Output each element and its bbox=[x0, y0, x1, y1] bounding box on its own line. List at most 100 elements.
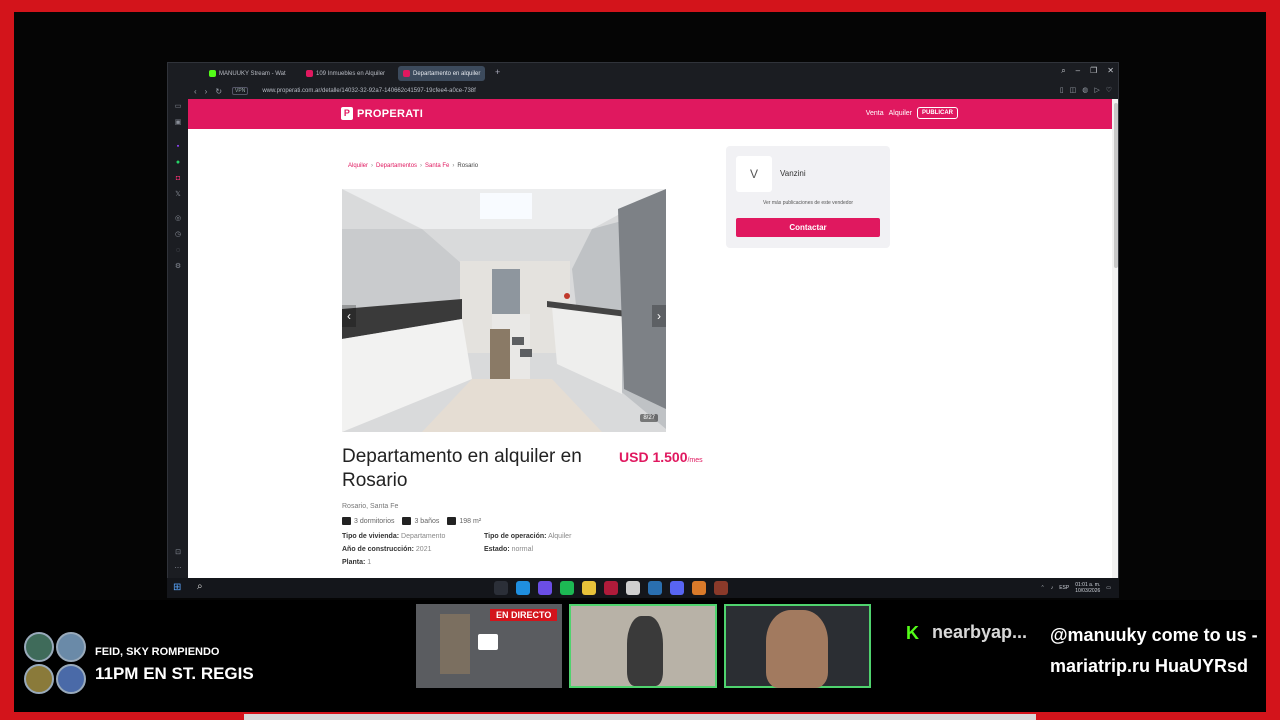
speaker-icon[interactable]: ♪ bbox=[1051, 585, 1054, 591]
app-icon[interactable] bbox=[494, 581, 508, 595]
player-icon[interactable]: ◎ bbox=[174, 215, 182, 223]
event-line-2: 11PM EN ST. REGIS bbox=[95, 664, 254, 683]
event-avatar bbox=[24, 664, 54, 694]
nav-venta-link[interactable]: Venta bbox=[866, 110, 884, 117]
seller-more-link[interactable]: Ver más publicaciones de este vendedor bbox=[726, 200, 890, 206]
minimize-icon[interactable]: – bbox=[1076, 66, 1080, 76]
whatsapp-icon[interactable]: ● bbox=[174, 159, 182, 167]
shield-icon[interactable]: ◍ bbox=[1082, 86, 1088, 94]
monitor-icon bbox=[478, 634, 498, 650]
scrollbar-thumb[interactable] bbox=[1114, 103, 1118, 268]
properati-favicon-icon bbox=[403, 70, 410, 77]
price-suffix: /mes bbox=[687, 457, 703, 464]
gallery-counter: 8/27 bbox=[640, 414, 658, 422]
tray-arrow-icon[interactable]: ⌃ bbox=[1041, 585, 1045, 591]
folder-icon[interactable] bbox=[582, 581, 596, 595]
app-icon[interactable] bbox=[692, 581, 706, 595]
close-icon[interactable]: ✕ bbox=[1107, 66, 1114, 76]
detail-anio: Año de construcción: 2021 bbox=[342, 546, 431, 553]
windows-start-icon[interactable]: ⊞ bbox=[173, 582, 181, 593]
feature-label: 3 dormitorios bbox=[354, 517, 395, 525]
camera-feed-mirror bbox=[569, 604, 717, 688]
reload-icon[interactable]: ↻ bbox=[215, 87, 222, 96]
tab-inmuebles[interactable]: 109 Inmuebles en Alquiler bbox=[301, 66, 390, 81]
seller-avatar: V bbox=[736, 156, 772, 192]
breadcrumb-separator: › bbox=[371, 163, 374, 169]
back-icon[interactable]: ‹ bbox=[194, 87, 197, 96]
new-tab-button[interactable]: + bbox=[495, 67, 500, 77]
person-silhouette bbox=[627, 616, 663, 686]
opera-icon[interactable] bbox=[604, 581, 618, 595]
tab-label: Departamento en alquiler bbox=[413, 70, 481, 77]
play-icon[interactable]: ▷ bbox=[1094, 86, 1099, 94]
snapshot-icon[interactable]: ◫ bbox=[1070, 86, 1077, 94]
event-banner: FEID, SKY ROMPIENDO 11PM EN ST. REGIS bbox=[22, 632, 282, 694]
detail-label: Planta: bbox=[342, 559, 366, 566]
address-bar: ‹ › ↻ VPN www.properati.com.ar/detalle/1… bbox=[168, 83, 1118, 99]
feature-bedrooms: 3 dormitorios bbox=[342, 517, 394, 525]
nav-alquiler-link[interactable]: Alquiler bbox=[889, 110, 912, 117]
detail-label: Año de construcción: bbox=[342, 546, 414, 553]
app-icon[interactable] bbox=[626, 581, 640, 595]
feature-label: 3 baños bbox=[414, 517, 440, 525]
browser-sidebar: ▭ ▣ ▪ ● ◘ 𝕏 ◎ ◷ ◌ ⚙ ⊡ ⋯ bbox=[168, 99, 188, 579]
tab-kick-stream[interactable]: MANUUKY Stream - Wat bbox=[204, 66, 291, 81]
app-icon[interactable] bbox=[714, 581, 728, 595]
windows-taskbar: ⊞ ⌕ ⌃ ♪ ESP 01:01 a. m. 10/03/2026 ▭ bbox=[167, 578, 1119, 598]
contact-button[interactable]: Contactar bbox=[736, 218, 880, 237]
taskbar-search-icon[interactable]: ⌕ bbox=[197, 581, 203, 592]
forward-icon[interactable]: › bbox=[205, 87, 208, 96]
gallery-next-button[interactable]: › bbox=[652, 305, 666, 327]
language-indicator[interactable]: ESP bbox=[1059, 585, 1069, 591]
url-input[interactable]: www.properati.com.ar/detalle/14032-32-92… bbox=[262, 88, 475, 94]
tab-bar: MANUUKY Stream - Wat 109 Inmuebles en Al… bbox=[168, 63, 1118, 83]
search-icon[interactable]: ⌕ bbox=[1061, 66, 1065, 76]
twitch-icon[interactable]: ▪ bbox=[174, 143, 182, 151]
listing-photo[interactable]: ‹ › 8/27 bbox=[342, 189, 666, 432]
bookmark-icon[interactable]: ▯ bbox=[1060, 86, 1064, 94]
breadcrumb-santa-fe[interactable]: Santa Fe bbox=[425, 163, 449, 169]
spotify-icon[interactable] bbox=[560, 581, 574, 595]
instagram-icon[interactable]: ◘ bbox=[174, 175, 182, 183]
extensions-icon[interactable]: ⊡ bbox=[174, 549, 182, 557]
gallery-prev-button[interactable]: ‹ bbox=[342, 305, 356, 327]
detail-label: Estado: bbox=[484, 546, 510, 553]
clock[interactable]: 01:01 a. m. 10/03/2026 bbox=[1075, 582, 1100, 594]
properati-logo[interactable]: P PROPERATI bbox=[341, 107, 423, 120]
chat-user: K nearbyap... bbox=[906, 622, 1027, 643]
screen-thumbnail bbox=[440, 614, 470, 674]
maximize-icon[interactable]: ❐ bbox=[1090, 66, 1097, 76]
more-icon[interactable]: ⋯ bbox=[174, 565, 182, 573]
breadcrumb-alquiler[interactable]: Alquiler bbox=[348, 163, 368, 169]
publicar-button[interactable]: PUBLICAR bbox=[917, 107, 958, 119]
streamer-silhouette bbox=[766, 610, 828, 688]
seller-name: Vanzini bbox=[780, 169, 806, 178]
breadcrumb-departamentos[interactable]: Departamentos bbox=[376, 163, 417, 169]
tab-label: 109 Inmuebles en Alquiler bbox=[316, 70, 386, 77]
site-header: P PROPERATI Venta Alquiler PUBLICAR bbox=[188, 99, 1112, 129]
scrollbar[interactable] bbox=[1112, 99, 1118, 579]
area-icon bbox=[447, 517, 457, 525]
nav-buttons: ‹ › ↻ bbox=[194, 87, 222, 96]
x-icon[interactable]: 𝕏 bbox=[174, 191, 182, 199]
detail-label: Tipo de vivienda: bbox=[342, 533, 400, 540]
event-line-1: FEID, SKY ROMPIENDO bbox=[95, 646, 220, 658]
vpn-badge[interactable]: VPN bbox=[232, 87, 249, 95]
discord-icon[interactable] bbox=[538, 581, 552, 595]
settings-icon[interactable]: ⚙ bbox=[174, 263, 182, 271]
news-icon[interactable]: ▣ bbox=[174, 119, 182, 127]
chat-app-icon[interactable] bbox=[670, 581, 684, 595]
edge-icon[interactable] bbox=[516, 581, 530, 595]
heart-icon[interactable]: ♡ bbox=[1106, 86, 1112, 94]
pin-icon[interactable]: ◌ bbox=[174, 247, 182, 255]
listing-features: 3 dormitorios 3 baños 198 m² bbox=[342, 517, 481, 525]
detail-label: Tipo de operación: bbox=[484, 533, 547, 540]
history-icon[interactable]: ◷ bbox=[174, 231, 182, 239]
notification-icon[interactable]: ▭ bbox=[1106, 585, 1111, 591]
speed-dial-icon[interactable]: ▭ bbox=[174, 103, 182, 111]
steam-icon[interactable] bbox=[648, 581, 662, 595]
detail-value: Departamento bbox=[401, 533, 446, 540]
logo-mark-icon: P bbox=[341, 107, 353, 120]
breadcrumb-separator: › bbox=[452, 163, 455, 169]
tab-departamento[interactable]: Departamento en alquiler bbox=[398, 66, 486, 81]
